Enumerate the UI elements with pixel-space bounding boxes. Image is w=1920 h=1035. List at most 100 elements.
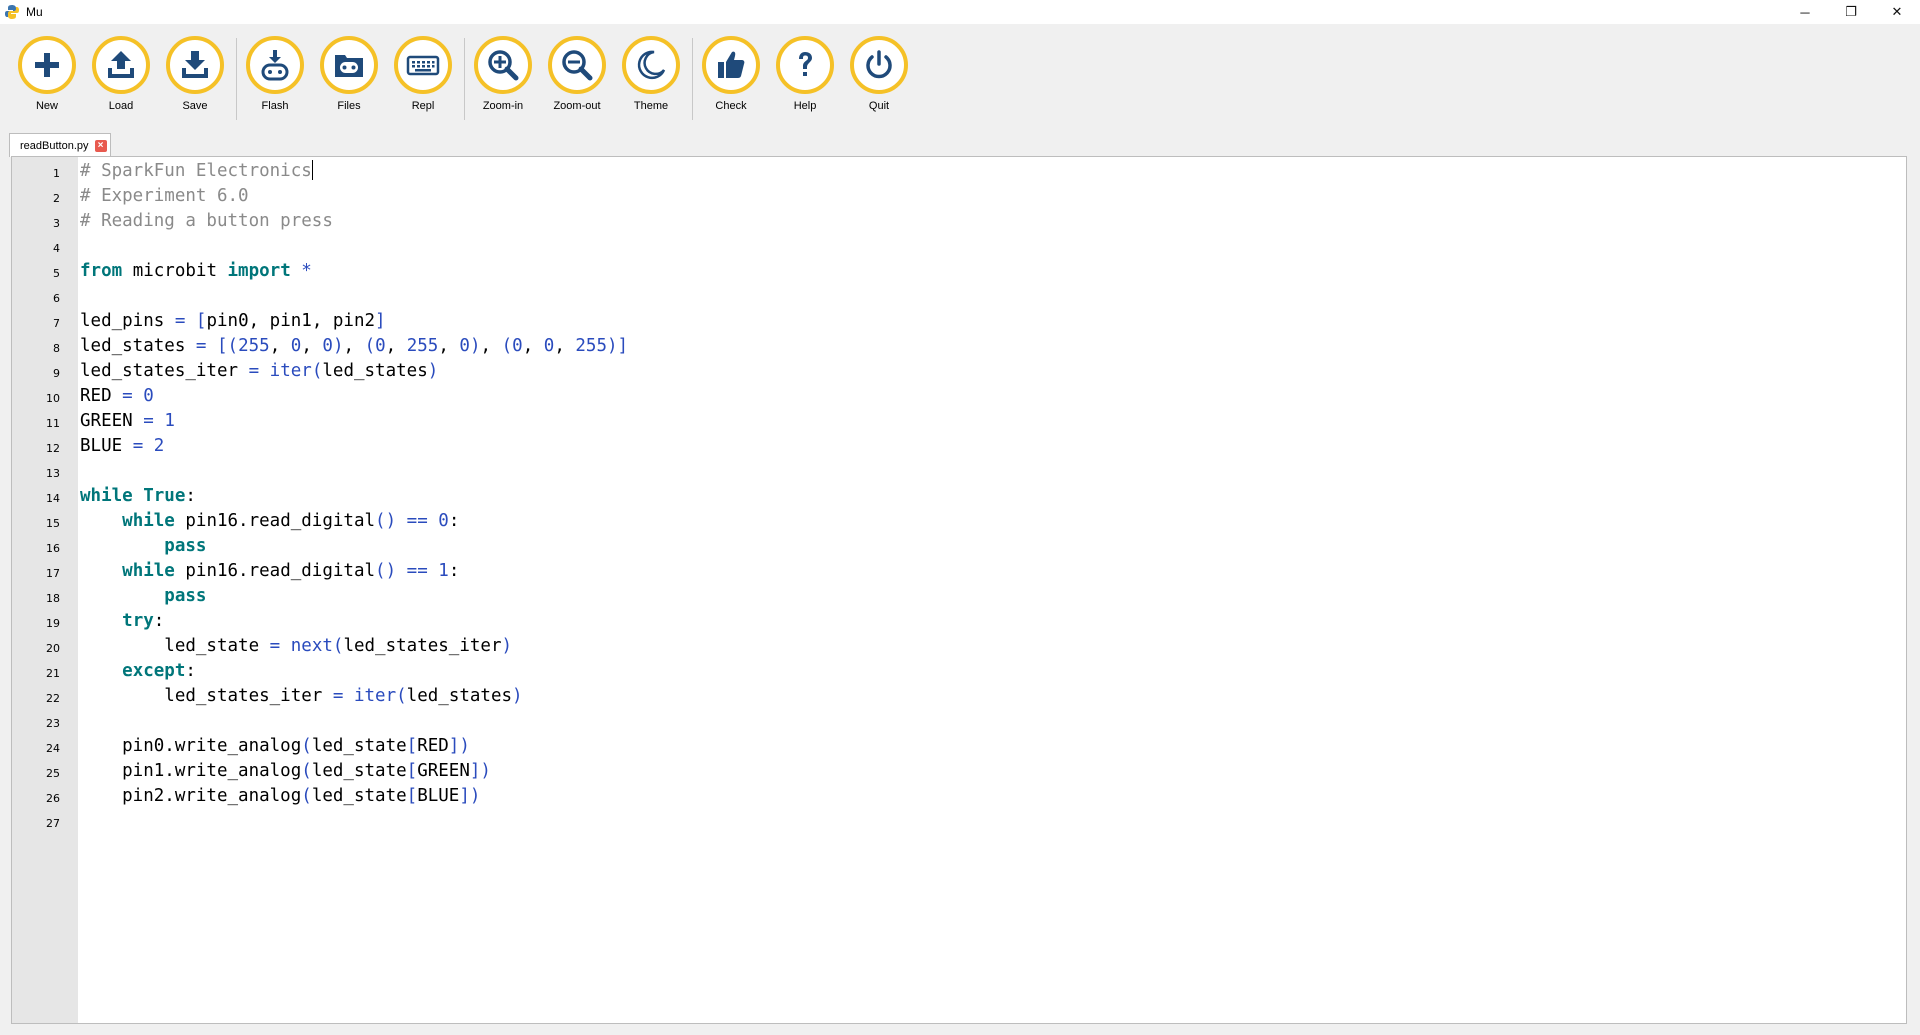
code-token: pass [164,586,207,606]
load-button[interactable]: Load [84,36,158,122]
code-line[interactable]: 27 [12,809,1906,834]
files-button[interactable]: Files [312,36,386,122]
code-text: pin2.write_analog(led_state[BLUE]) [80,785,480,807]
check-button[interactable]: Check [694,36,768,122]
code-line[interactable]: 4 [12,234,1906,259]
window-controls: ─ ❐ ✕ [1782,0,1920,24]
flash-button[interactable]: Flash [238,36,312,122]
line-number: 24 [46,742,60,755]
zoom-out-button[interactable]: Zoom-out [540,36,614,122]
zoom-out-button-label: Zoom-out [553,100,601,112]
help-button-circle [776,36,834,94]
code-token: 2 [153,436,165,456]
repl-button[interactable]: Repl [386,36,460,122]
line-number: 13 [46,467,60,480]
flash-device-icon [261,50,289,81]
code-token: ) [469,336,481,356]
code-token: led_state [80,636,270,656]
code-line[interactable]: 25 pin1.write_analog(led_state[GREEN]) [12,759,1906,784]
line-number: 26 [46,792,60,805]
quit-button[interactable]: Quit [842,36,916,122]
code-token: BLUE [80,436,133,456]
tab-label: readButton.py [20,139,89,152]
code-token: 1 [164,411,175,431]
code-line[interactable]: 17 while pin16.read_digital() == 1: [12,559,1906,584]
code-token: ( [364,336,376,356]
code-token: = [122,386,133,406]
code-token: led_states_iter [80,361,249,381]
code-line[interactable]: 20 led_state = next(led_states_iter) [12,634,1906,659]
close-icon[interactable]: × [94,139,107,152]
code-line[interactable]: 10 RED = 0 [12,384,1906,409]
code-line[interactable]: 16 pass [12,534,1906,559]
code-token: [ [406,786,418,806]
minimize-button[interactable]: ─ [1782,0,1828,24]
code-token: , [301,336,323,356]
code-line[interactable]: 19 try: [12,609,1906,634]
code-token: ) [332,336,344,356]
code-line[interactable]: 18 pass [12,584,1906,609]
code-text: pin0.write_analog(led_state[RED]) [80,735,470,757]
repl-button-circle [394,36,452,94]
code-line[interactable]: 22 led_states_iter = iter(led_states) [12,684,1906,709]
code-token: pin16.read_digital [174,511,376,531]
code-token: == [406,511,428,531]
code-line[interactable]: 6 [12,284,1906,309]
code-token: 0 [512,336,523,356]
code-text: # Experiment 6.0 [80,185,249,207]
code-line[interactable]: 14 while True: [12,484,1906,509]
help-button-label: Help [793,100,817,112]
code-line[interactable]: 7 led_pins = [pin0, pin1, pin2] [12,309,1906,334]
code-text: led_state = next(led_states_iter) [80,635,512,657]
restore-button[interactable]: ❐ [1828,0,1874,24]
code-line[interactable]: 12 BLUE = 2 [12,434,1906,459]
code-token: 0 [143,386,154,406]
code-token: RED [417,736,449,756]
code-text: BLUE = 2 [80,435,164,457]
code-text: GREEN = 1 [80,410,175,432]
code-token: ( [301,736,312,756]
zoom-in-button[interactable]: Zoom-in [466,36,540,122]
save-button[interactable]: Save [158,36,232,122]
new-button[interactable]: New [10,36,84,122]
code-line[interactable]: 3 # Reading a button press [12,209,1906,234]
code-line[interactable]: 13 [12,459,1906,484]
code-line[interactable]: 5 from microbit import * [12,259,1906,284]
code-line[interactable]: 2 # Experiment 6.0 [12,184,1906,209]
close-window-button[interactable]: ✕ [1874,0,1920,24]
code-token: = [174,311,186,331]
code-token: : [153,611,165,631]
code-token: () [375,511,397,531]
code-line[interactable]: 24 pin0.write_analog(led_state[RED]) [12,734,1906,759]
code-line[interactable]: 21 except: [12,659,1906,684]
code-editor[interactable]: 1 # SparkFun Electronics 2 # Experiment 6.0… [11,156,1907,1024]
code-token: = [332,686,344,706]
check-button-circle [702,36,760,94]
code-line[interactable]: 11 GREEN = 1 [12,409,1906,434]
code-line[interactable]: 15 while pin16.read_digital() == 0: [12,509,1906,534]
code-line[interactable]: 1 # SparkFun Electronics [12,159,1906,184]
theme-button-circle [622,36,680,94]
help-button[interactable]: Help [768,36,842,122]
code-line[interactable]: 8 led_states = [(255, 0, 0), (0, 255, 0),… [12,334,1906,359]
code-token: , [480,336,502,356]
tab-readbutton[interactable]: readButton.py × [9,133,111,157]
code-token: = [132,436,144,456]
code-text: while True: [80,485,196,507]
bottom-strip [0,1024,1920,1035]
code-token: ]) [459,786,481,806]
code-line[interactable]: 23 [12,709,1906,734]
code-line[interactable]: 9 led_states_iter = iter(led_states) [12,359,1906,384]
load-button-circle [92,36,150,94]
code-token: ( [501,336,513,356]
code-line[interactable]: 26 pin2.write_analog(led_state[BLUE]) [12,784,1906,809]
code-token: RED [80,386,123,406]
theme-button[interactable]: Theme [614,36,688,122]
code-token: iter [353,686,397,706]
